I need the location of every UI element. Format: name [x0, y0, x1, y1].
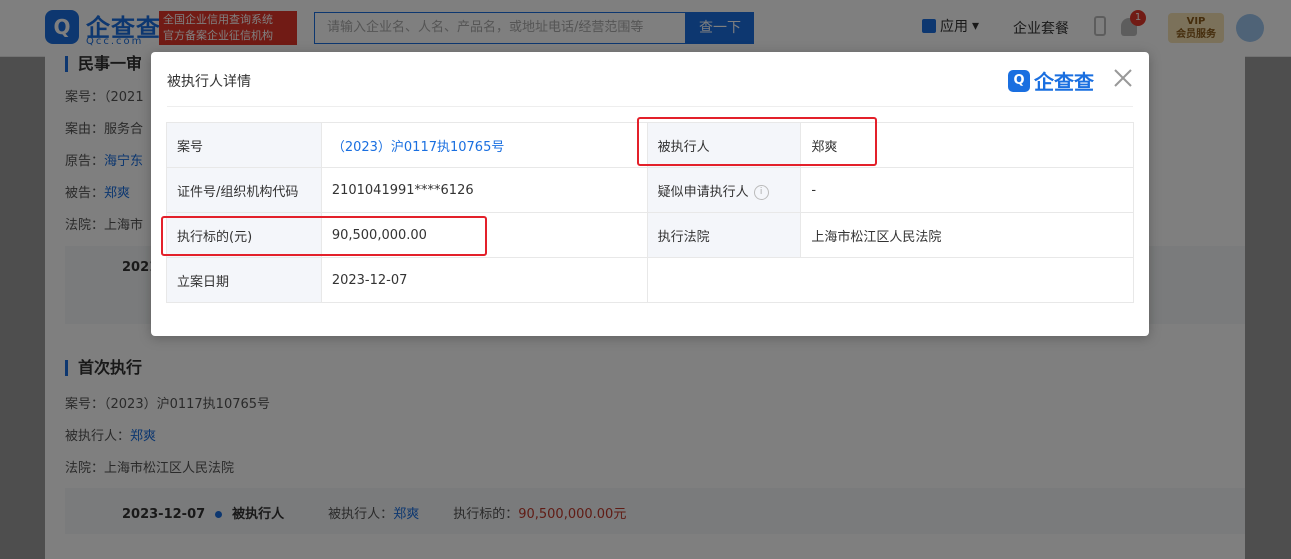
case-number-label: 案号	[166, 122, 322, 168]
qcc-logo-icon: Q	[1008, 69, 1030, 92]
table-row: 证件号/组织机构代码 2101041991****6126 疑似申请执行人 i -	[166, 167, 1134, 213]
case-number-value: （2023）沪0117执10765号	[320, 122, 648, 168]
modal-title: 被执行人详情	[167, 74, 251, 90]
suspected-applicant-text: 疑似申请执行人	[657, 184, 749, 200]
id-number-value: 2101041991****6126	[320, 167, 648, 213]
highlight-box-execution-amount	[161, 216, 487, 256]
executed-person-detail-modal: 被执行人详情 Q 企查查 案号 （2023）沪0117执10765号 被执行人 …	[151, 52, 1149, 336]
info-icon[interactable]: i	[753, 184, 769, 200]
filing-date-value: 2023-12-07	[320, 257, 648, 303]
table-row: 立案日期 2023-12-07	[166, 257, 1135, 303]
suspected-applicant-value: -	[800, 167, 1134, 213]
filing-date-label: 立案日期	[166, 257, 322, 303]
modal-divider	[167, 106, 1133, 107]
highlight-box-executed-person	[637, 117, 877, 166]
empty-cell	[646, 257, 1135, 303]
modal-logo: Q 企查查	[1008, 66, 1094, 95]
id-number-label: 证件号/组织机构代码	[166, 167, 322, 213]
suspected-applicant-label: 疑似申请执行人 i	[646, 167, 802, 213]
qcc-logo-text: 企查查	[1034, 70, 1094, 94]
execution-court-label: 执行法院	[646, 212, 802, 258]
case-number-link[interactable]: （2023）沪0117执10765号	[332, 140, 505, 155]
close-icon[interactable]	[1112, 67, 1134, 89]
execution-court-value: 上海市松江区人民法院	[800, 212, 1134, 258]
